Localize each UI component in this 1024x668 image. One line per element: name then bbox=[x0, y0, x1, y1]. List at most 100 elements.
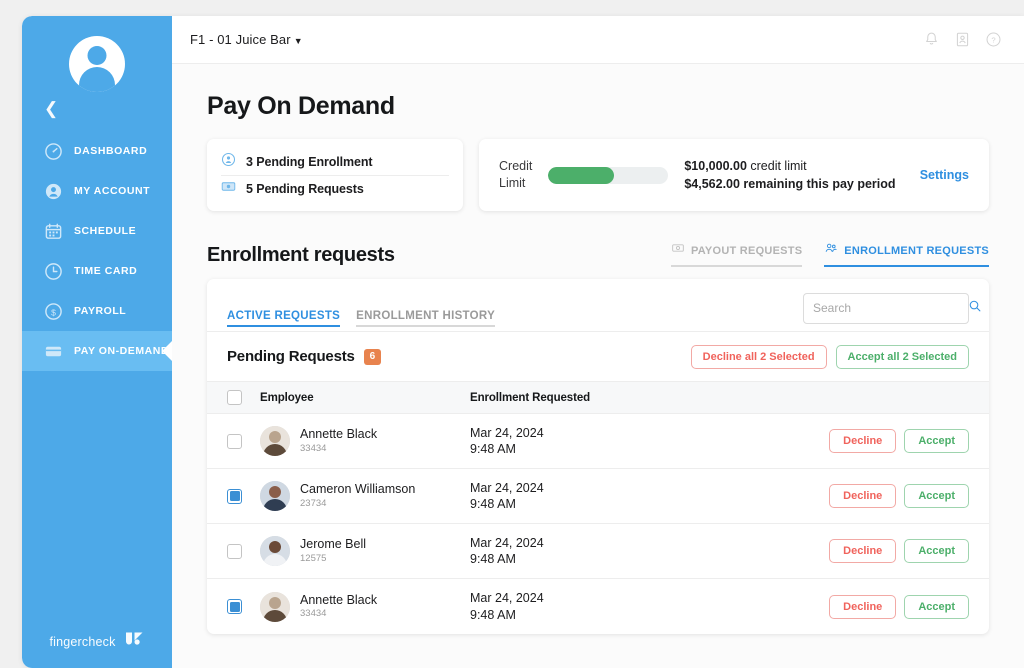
sidebar-item-dashboard[interactable]: DASHBOARD bbox=[22, 131, 172, 171]
request-date: Mar 24, 2024 bbox=[470, 480, 544, 495]
employee-cell: Cameron Williamson 23734 bbox=[260, 481, 470, 511]
fingercheck-logo-icon bbox=[123, 629, 145, 654]
sidebar-item-schedule[interactable]: SCHEDULE bbox=[22, 211, 172, 251]
application-window: ❮ DASHBOARD MY ACCOUNT SCHEDULE TIME CAR… bbox=[22, 16, 1024, 668]
sidebar-item-label: PAY ON-DEMAND bbox=[74, 345, 170, 357]
search-box[interactable] bbox=[803, 292, 981, 324]
sidebar: ❮ DASHBOARD MY ACCOUNT SCHEDULE TIME CAR… bbox=[22, 16, 172, 668]
employee-name: Jerome Bell bbox=[300, 537, 366, 552]
search-input[interactable] bbox=[813, 301, 968, 315]
row-checkbox[interactable] bbox=[227, 543, 242, 559]
request-time: 9:48 AM bbox=[470, 442, 516, 456]
sidebar-item-label: TIME CARD bbox=[74, 265, 138, 277]
sidebar-item-my-account[interactable]: MY ACCOUNT bbox=[22, 171, 172, 211]
request-time: 9:48 AM bbox=[470, 607, 516, 622]
table-header: Employee Enrollment Requested bbox=[207, 382, 989, 414]
pending-requests-header: Pending Requests 6 Decline all 2 Selecte… bbox=[207, 332, 989, 382]
accept-button[interactable]: Accept bbox=[904, 539, 969, 563]
enrollment-requested-cell: Mar 24, 2024 9:48 AM bbox=[470, 590, 829, 623]
summary-row: 3 Pending Enrollment 5 Pending Requests … bbox=[207, 139, 989, 211]
main-area: F1 - 01 Juice Bar ▼ ? Pay On Demand 3 Pe… bbox=[172, 16, 1024, 668]
svg-text:$: $ bbox=[51, 307, 56, 317]
employee-name: Annette Black bbox=[300, 427, 378, 442]
row-checkbox[interactable] bbox=[227, 599, 242, 614]
employee-cell: Annette Black 33434 bbox=[260, 591, 470, 622]
table-row[interactable]: Annette Black 33434 Mar 24, 2024 9:48 AM Dec… bbox=[207, 414, 989, 469]
status-badge: 6 bbox=[363, 348, 382, 365]
id-card-icon[interactable] bbox=[954, 31, 971, 48]
avatar[interactable] bbox=[22, 16, 172, 92]
employee-id: 12575 bbox=[300, 552, 327, 564]
sidebar-item-label: PAYROLL bbox=[74, 305, 127, 317]
pending-requests-label: 5 Pending Requests bbox=[246, 182, 364, 196]
accept-all-button[interactable]: Accept all 2 Selected bbox=[835, 344, 969, 369]
accept-button[interactable]: Accept bbox=[904, 429, 969, 453]
tab-label: PAYOUT REQUESTS bbox=[690, 244, 803, 257]
section-title: Enrollment requests bbox=[207, 244, 395, 266]
help-circle-icon[interactable]: ? bbox=[985, 31, 1002, 48]
chevron-left-icon[interactable]: ❮ bbox=[22, 92, 172, 117]
row-checkbox[interactable] bbox=[227, 433, 242, 449]
search-icon[interactable] bbox=[968, 299, 982, 318]
tab-enrollment-requests[interactable]: ENROLLMENT REQUESTS bbox=[824, 241, 989, 267]
accept-button[interactable]: Accept bbox=[904, 484, 969, 508]
brand-logo: fingercheck bbox=[22, 629, 172, 654]
table-row[interactable]: Annette Black 33434 Mar 24, 2024 9:48 AM Dec… bbox=[207, 579, 989, 634]
sidebar-nav: DASHBOARD MY ACCOUNT SCHEDULE TIME CARD bbox=[22, 131, 172, 371]
org-name: F1 - 01 Juice Bar bbox=[190, 32, 291, 47]
tab-active-requests[interactable]: ACTIVE REQUESTS bbox=[227, 310, 341, 331]
sidebar-item-payroll[interactable]: $ PAYROLL bbox=[22, 291, 172, 331]
sidebar-item-label: MY ACCOUNT bbox=[74, 185, 151, 197]
requests-panel: ACTIVE REQUESTS ENROLLMENT HISTORY Pendi… bbox=[207, 279, 989, 634]
content-scroll-area: Pay On Demand 3 Pending Enrollment 5 Pen… bbox=[172, 64, 1024, 668]
decline-button[interactable]: Decline bbox=[829, 429, 897, 453]
tab-enrollment-history[interactable]: ENROLLMENT HISTORY bbox=[356, 310, 496, 331]
credit-progress-bar bbox=[548, 166, 669, 184]
decline-all-button[interactable]: Decline all 2 Selected bbox=[690, 344, 827, 369]
pending-enrollment-label: 3 Pending Enrollment bbox=[246, 154, 373, 169]
row-select-cell bbox=[227, 599, 260, 614]
credit-figures: $10,000.00 credit limit $4,562.00 remain… bbox=[684, 157, 895, 193]
request-time: 9:48 AM bbox=[470, 552, 516, 566]
row-actions: Decline Accept bbox=[829, 594, 969, 619]
row-checkbox[interactable] bbox=[227, 488, 242, 504]
avatar bbox=[260, 536, 290, 566]
sidebar-item-pay-on-demand[interactable]: PAY ON-DEMAND bbox=[22, 331, 172, 371]
employee-name: Annette Black bbox=[300, 592, 378, 607]
decline-button[interactable]: Decline bbox=[829, 594, 897, 619]
employee-id: 23734 bbox=[300, 497, 327, 509]
svg-text:?: ? bbox=[991, 36, 995, 45]
request-time: 9:48 AM bbox=[470, 497, 516, 511]
person-circle-icon bbox=[44, 182, 63, 201]
user-avatar-icon bbox=[69, 36, 125, 92]
employee-name: Cameron Williamson bbox=[300, 482, 416, 497]
employee-cell: Annette Black 33434 bbox=[260, 426, 470, 456]
topbar-icon-group: ? bbox=[923, 31, 1002, 48]
tab-payout-requests[interactable]: PAYOUT REQUESTS bbox=[670, 241, 803, 267]
panel-tabs-row: ACTIVE REQUESTS ENROLLMENT HISTORY bbox=[207, 279, 989, 332]
bell-icon[interactable] bbox=[923, 31, 940, 48]
select-all-checkbox[interactable] bbox=[227, 390, 242, 405]
employee-id: 33434 bbox=[300, 442, 327, 454]
pending-enrollment-row[interactable]: 3 Pending Enrollment bbox=[221, 148, 449, 175]
decline-button[interactable]: Decline bbox=[829, 484, 897, 508]
pending-requests-row[interactable]: 5 Pending Requests bbox=[221, 175, 449, 202]
avatar bbox=[260, 591, 290, 622]
decline-button[interactable]: Decline bbox=[829, 539, 897, 563]
credit-limit-amount: $10,000.00 bbox=[684, 158, 747, 173]
request-date: Mar 24, 2024 bbox=[470, 425, 544, 440]
accept-button[interactable]: Accept bbox=[904, 594, 969, 619]
sidebar-item-label: DASHBOARD bbox=[74, 145, 148, 157]
column-header-enrollment-requested: Enrollment Requested bbox=[470, 391, 591, 404]
avatar bbox=[260, 481, 290, 511]
brand-name: fingercheck bbox=[49, 634, 116, 649]
table-row[interactable]: Jerome Bell 12575 Mar 24, 2024 9:48 AM Decli… bbox=[207, 524, 989, 579]
row-actions: Decline Accept bbox=[829, 539, 969, 563]
org-selector[interactable]: F1 - 01 Juice Bar ▼ bbox=[190, 32, 303, 47]
panel-tabs: ACTIVE REQUESTS ENROLLMENT HISTORY bbox=[227, 293, 496, 331]
section-header: Enrollment requests PAYOUT REQUESTS ENRO… bbox=[207, 211, 989, 279]
credit-remaining: $4,562.00 remaining this pay period bbox=[684, 177, 896, 191]
table-row[interactable]: Cameron Williamson 23734 Mar 24, 2024 9:48 … bbox=[207, 469, 989, 524]
settings-link[interactable]: Settings bbox=[920, 168, 969, 182]
sidebar-item-time-card[interactable]: TIME CARD bbox=[22, 251, 172, 291]
